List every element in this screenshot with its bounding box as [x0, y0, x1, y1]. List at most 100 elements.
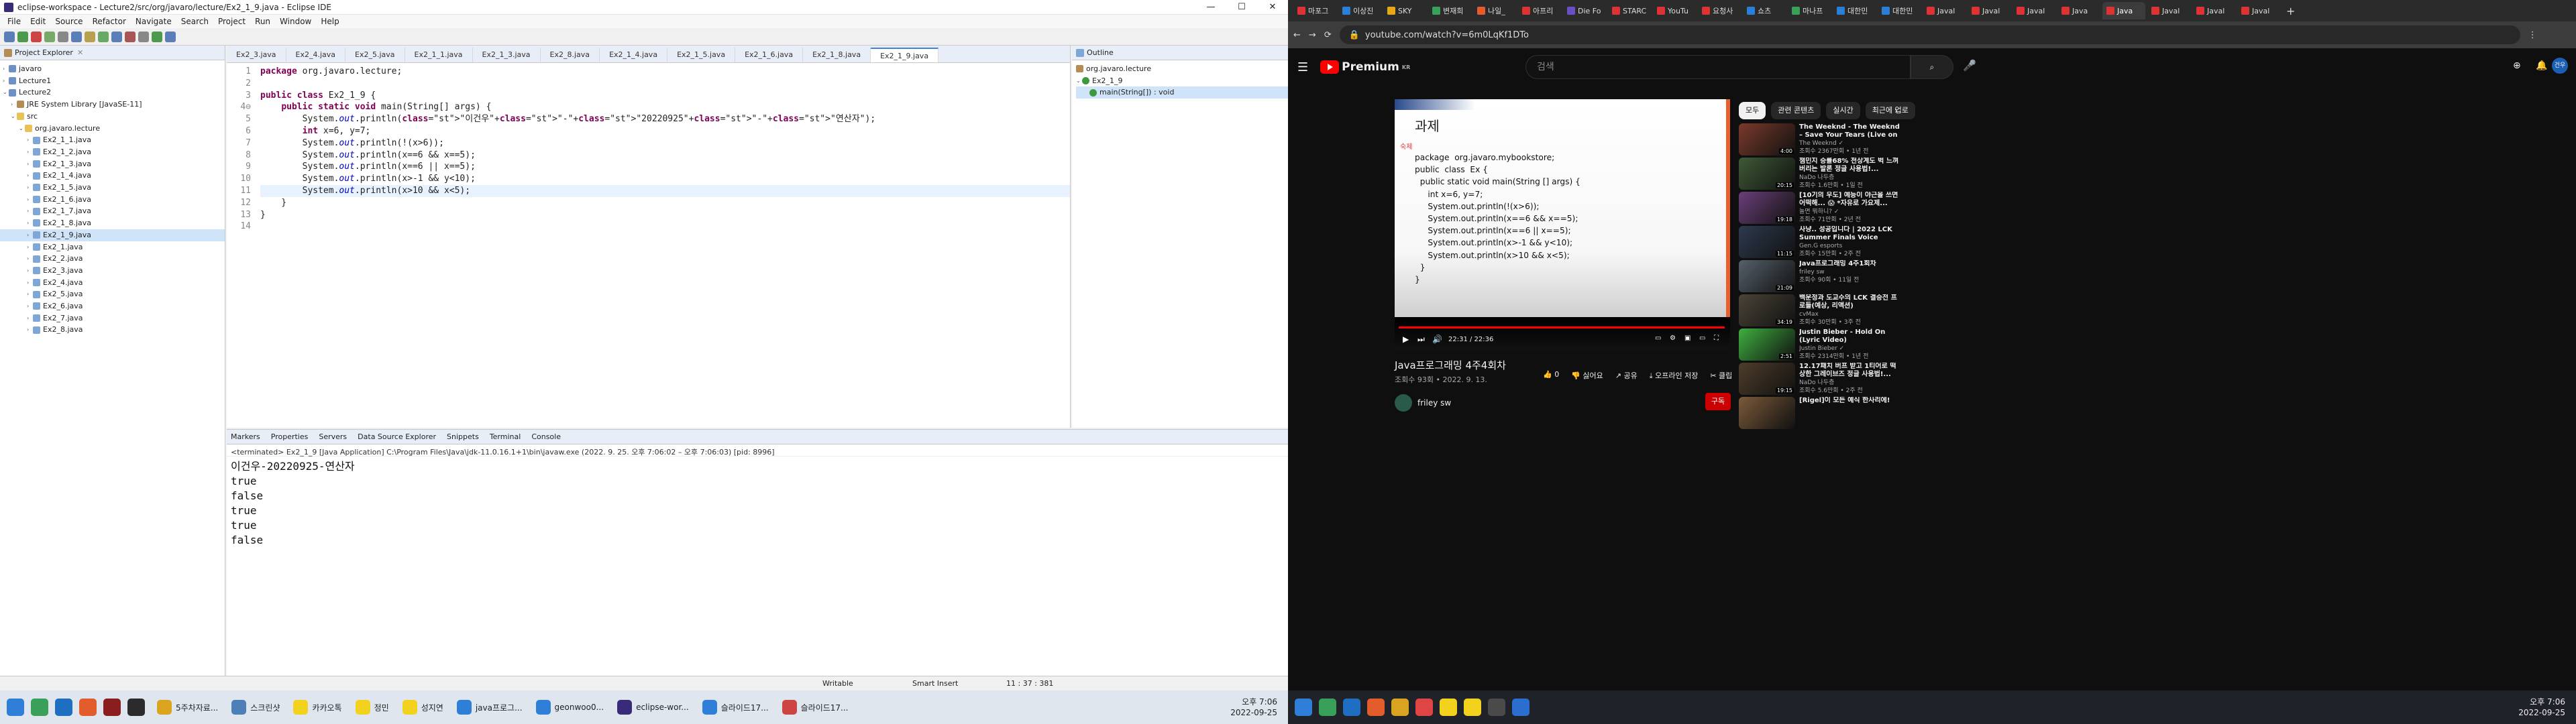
recommended-video[interactable]: [Rigel]이 모든 예식 한사리에! [1739, 397, 1900, 431]
twisty-icon[interactable]: › [27, 182, 33, 194]
twisty-icon[interactable]: › [27, 205, 33, 217]
browser-tab[interactable]: Javal [2237, 2, 2280, 19]
twisty-icon[interactable]: › [27, 253, 33, 265]
tree-item[interactable]: ⌄ Lecture2 [0, 86, 225, 99]
tree-item[interactable]: › Ex2_4.java [0, 277, 225, 289]
app-pin-icon[interactable] [1319, 699, 1336, 716]
twisty-icon[interactable]: › [27, 300, 33, 312]
video-thumbnail[interactable]: 2:51 [1739, 328, 1795, 361]
video-thumbnail[interactable]: 19:18 [1739, 192, 1795, 224]
theater-icon[interactable]: ▭ [1699, 335, 1705, 342]
twisty-icon[interactable]: › [27, 134, 33, 146]
video-action-button[interactable]: ↗ 공유 [1615, 370, 1638, 381]
browser-tab[interactable]: 이상진 [1338, 2, 1381, 19]
new-package-icon[interactable] [125, 31, 136, 42]
windows-start-icon[interactable] [7, 699, 24, 716]
tree-item[interactable]: › Ex2_3.java [0, 265, 225, 277]
tree-item[interactable]: › Ex2_1_2.java [0, 146, 225, 158]
kakaotalk-icon[interactable] [1440, 699, 1457, 716]
outline-class[interactable]: ⌄ Ex2_1_9 [1076, 75, 1288, 87]
browser-tab[interactable]: Javal [1923, 2, 1966, 19]
chrome-icon[interactable] [1415, 699, 1433, 716]
twisty-icon[interactable]: › [27, 158, 33, 170]
app-blue-icon[interactable] [1512, 699, 1529, 716]
explorer-icon[interactable] [1391, 699, 1409, 716]
browser-tab[interactable]: 쇼츠 [1743, 2, 1786, 19]
editor-tab[interactable]: Ex2_4.java [286, 48, 346, 62]
twisty-icon[interactable]: › [27, 194, 33, 206]
browser-tab[interactable]: Javal [2192, 2, 2235, 19]
menu-project[interactable]: Project [213, 17, 250, 26]
next-icon[interactable]: ⏭ [1417, 335, 1425, 345]
recommended-video[interactable]: 21:09 Java프로그래밍 4주1회차 friley sw 조회수 90회 • 1… [1739, 260, 1900, 294]
video-thumbnail[interactable]: 19:15 [1739, 363, 1795, 395]
browser-tab[interactable]: SKY [1383, 2, 1426, 19]
browser-tab[interactable]: Java [2102, 2, 2145, 19]
clock-left[interactable]: 오후 7:06 2022-09-25 [1230, 697, 1277, 718]
console-tab[interactable]: Data Source Explorer [358, 432, 436, 441]
twisty-icon[interactable]: › [11, 99, 17, 111]
twisty-icon[interactable]: ⌄ [19, 123, 25, 135]
editor-tab[interactable]: Ex2_1_6.java [735, 48, 804, 62]
print-icon[interactable] [44, 31, 55, 42]
browser-tab[interactable]: Die Fo [1563, 2, 1606, 19]
recommended-video[interactable]: 2:51 Justin Bieber - Hold On (Lyric Video… [1739, 328, 1900, 363]
browser-tab[interactable]: Javal [2147, 2, 2190, 19]
twisty-icon[interactable]: › [27, 324, 33, 336]
tree-item[interactable]: › Ex2_1_7.java [0, 205, 225, 217]
twisty-icon[interactable]: › [27, 265, 33, 277]
browser-tab[interactable]: STARC [1608, 2, 1651, 19]
app-red-icon[interactable] [103, 699, 121, 716]
tree-item[interactable]: › Lecture1 [0, 75, 225, 87]
recommended-video[interactable]: 4:00 The Weeknd - The Weeknd – Save Your … [1739, 123, 1900, 158]
console-tab[interactable]: Console [531, 432, 561, 441]
editor-tab[interactable]: Ex2_1_1.java [405, 48, 473, 62]
channel-name[interactable]: friley sw [1417, 398, 1451, 408]
twisty-icon[interactable]: › [27, 288, 33, 300]
menu-search[interactable]: Search [176, 17, 213, 26]
video-thumbnail[interactable]: 21:09 [1739, 260, 1795, 292]
tree-item[interactable]: › Ex2_6.java [0, 300, 225, 312]
volume-icon[interactable]: 🔊 [1432, 335, 1442, 344]
recommended-video[interactable]: 11:15 사냥.. 성공입니다 | 2022 LCK Summer Finals… [1739, 226, 1900, 260]
app-dark-icon[interactable] [127, 699, 145, 716]
browser-tab[interactable]: YouTu [1653, 2, 1696, 19]
taskbar-window[interactable]: 스크린샷 [226, 694, 285, 721]
browser-tab[interactable]: Javal [1968, 2, 2010, 19]
editor-tab[interactable]: Ex2_3.java [227, 48, 286, 62]
search-button[interactable]: ⌕ [1911, 55, 1953, 79]
taskbar-window[interactable]: 5주차자료... [152, 694, 223, 721]
new-tab-button[interactable]: + [2286, 5, 2295, 17]
back-icon[interactable]: ← [1293, 30, 1301, 40]
video-thumbnail[interactable]: 20:15 [1739, 158, 1795, 190]
recommended-video[interactable]: 19:15 12.17패치 버프 받고 1티어로 떡상한 그레이브즈 정글 사용법… [1739, 363, 1900, 397]
twisty-icon[interactable]: › [3, 75, 9, 87]
close-view-icon[interactable]: ✕ [77, 48, 83, 57]
browser-tab[interactable]: 마나프 [1788, 2, 1831, 19]
editor-tab[interactable]: Ex2_1_3.java [473, 48, 541, 62]
twisty-icon[interactable]: › [27, 277, 33, 289]
recommended-video[interactable]: 20:15 챔민지 승률68% 천상계도 벅 느껴버리는 발론 정글 사용법!..… [1739, 158, 1900, 192]
outline-method[interactable]: main(String[]) : void [1076, 86, 1288, 99]
taskbar-window[interactable]: geonwoo0... [531, 694, 610, 721]
tree-item[interactable]: › Ex2_7.java [0, 312, 225, 324]
app-pin-icon[interactable] [31, 699, 48, 716]
tree-item[interactable]: ⌄ src [0, 111, 225, 123]
filter-chip[interactable]: 관련 콘텐츠 [1771, 102, 1821, 119]
twisty-icon[interactable]: › [3, 63, 9, 75]
edge-icon[interactable] [1343, 699, 1360, 716]
browser-tab[interactable]: 대한민 [1833, 2, 1876, 19]
tree-item[interactable]: › Ex2_1_3.java [0, 158, 225, 170]
avatar[interactable]: 건우 [2552, 58, 2568, 74]
settings-icon[interactable]: ⚙ [1670, 335, 1676, 342]
video-action-button[interactable]: 👍 0 [1543, 370, 1559, 381]
menu-edit[interactable]: Edit [25, 17, 50, 26]
twisty-icon[interactable]: › [27, 217, 33, 229]
youtube-logo[interactable]: Premium KR [1320, 60, 1410, 74]
filter-chip[interactable]: 실시간 [1826, 102, 1860, 119]
maximize-button[interactable]: ☐ [1226, 2, 1257, 12]
menu-run[interactable]: Run [250, 17, 275, 26]
twisty-icon[interactable]: › [27, 241, 33, 253]
open-type-icon[interactable] [152, 31, 162, 42]
debug-icon[interactable] [71, 31, 82, 42]
